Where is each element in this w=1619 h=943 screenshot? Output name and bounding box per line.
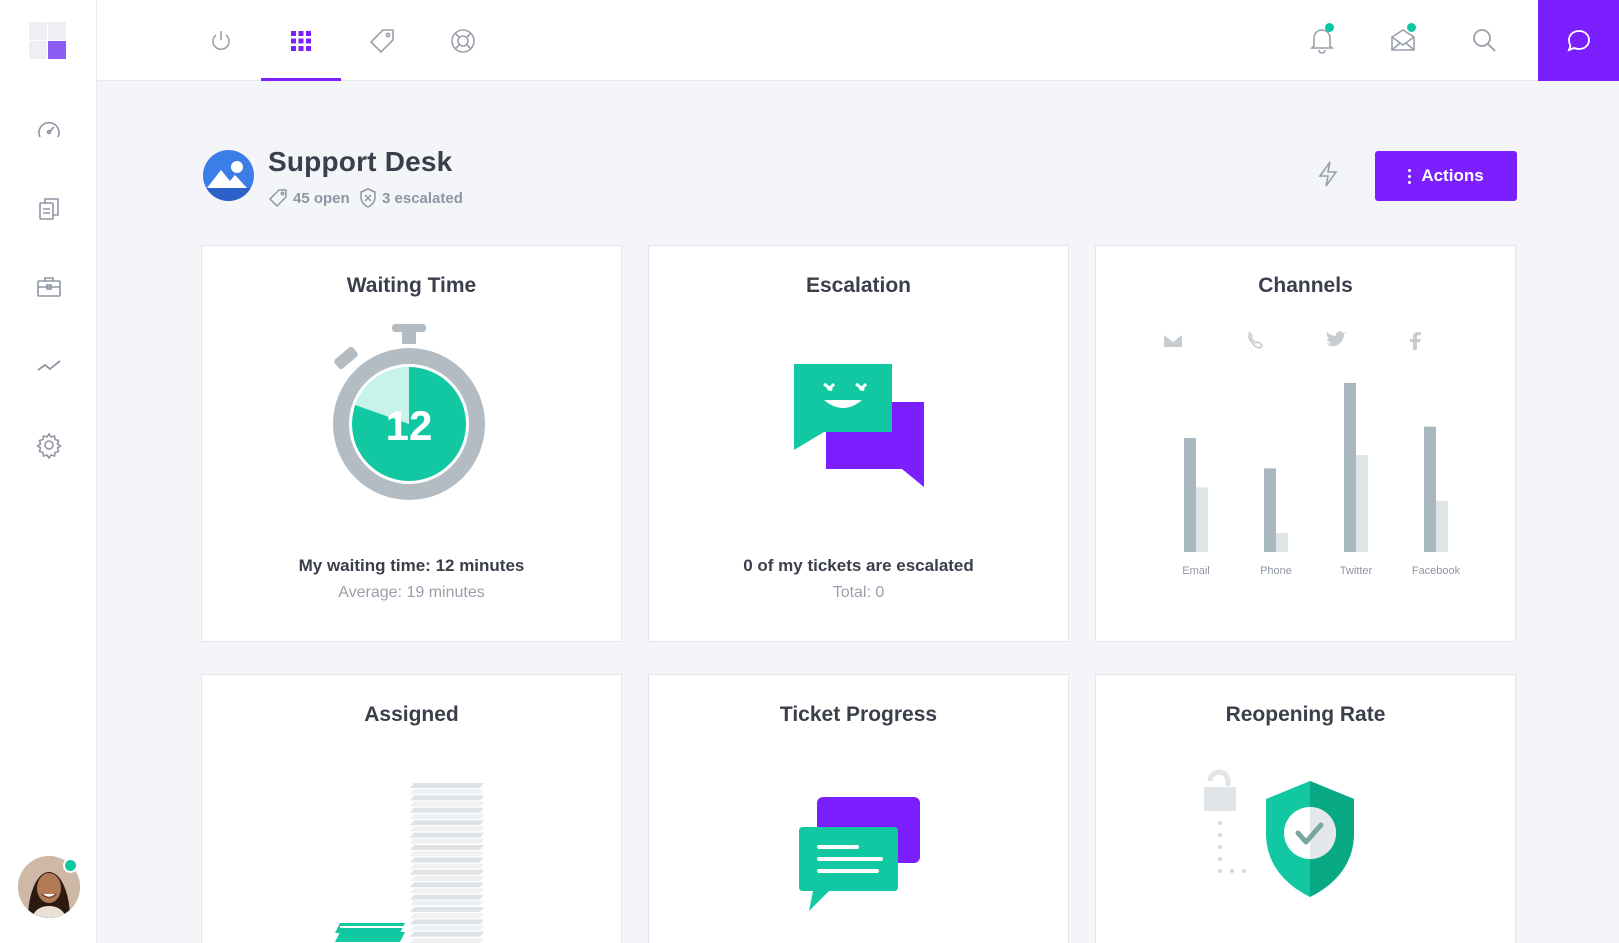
paper-sheet [410, 938, 484, 943]
category-label: Email [1182, 565, 1210, 577]
paper-sheet [410, 832, 484, 838]
bar-phone-2 [1276, 533, 1288, 552]
paper-sheet [410, 907, 484, 912]
waiting-time-text: My waiting time: 12 minutes [298, 556, 525, 575]
bolt-icon[interactable] [1316, 160, 1340, 188]
card-title: Channels [1258, 274, 1353, 297]
category-label: Twitter [1340, 565, 1373, 577]
paper-sheet [410, 900, 484, 906]
message-bubbles-icon [799, 797, 920, 911]
speedometer-icon[interactable] [33, 115, 65, 147]
page-title: Support Desk [268, 146, 453, 177]
briefcase-icon[interactable] [33, 271, 65, 303]
paper-sheet [410, 857, 484, 863]
average-time-text: Average: 19 minutes [338, 584, 485, 601]
paper-sheet [410, 913, 484, 919]
paper-sheet [410, 801, 484, 807]
paper-sheet [410, 931, 484, 937]
paper-sheet [410, 863, 484, 869]
card-title: Assigned [364, 703, 459, 726]
paper-sheet [410, 882, 484, 888]
support-desk-icon [203, 150, 254, 201]
card-title: Reopening Rate [1225, 703, 1386, 726]
escalated-total-text: Total: 0 [832, 584, 885, 601]
paper-sheet [410, 888, 484, 894]
category-label: Phone [1260, 565, 1292, 577]
sidebar [0, 0, 97, 943]
chat-bubbles-icon [794, 364, 924, 487]
chat-button[interactable] [1538, 0, 1619, 81]
tab-grid[interactable] [261, 0, 341, 81]
mail-notification-dot [1407, 23, 1416, 32]
tab-power[interactable] [181, 0, 261, 81]
app-logo[interactable] [29, 22, 68, 61]
paper-sheet [410, 826, 484, 832]
channels-card: Channels Email Phone Twitter Facebook [1095, 245, 1516, 642]
assigned-card: Assigned [201, 674, 622, 943]
paper-sheet [410, 876, 484, 881]
security-shield-icon [1204, 769, 1354, 897]
actions-button[interactable]: Actions [1375, 151, 1517, 201]
waiting-time-value: 12 [386, 402, 433, 449]
tag-icon [268, 189, 287, 208]
paper-sheet [410, 795, 484, 801]
paper-sheet [410, 820, 484, 826]
paper-sheet [410, 814, 484, 819]
bar-twitter-2 [1356, 455, 1368, 552]
stopwatch-icon: 12 [333, 324, 485, 500]
paper-sheet [410, 851, 484, 857]
power-icon [212, 30, 230, 50]
open-tickets-count[interactable]: 45 open [268, 188, 350, 208]
channels-bar-chart: Email Phone Twitter Facebook [1164, 331, 1461, 577]
topbar [97, 0, 1619, 81]
phone-icon [1248, 331, 1264, 349]
more-vertical-icon [1408, 168, 1412, 184]
search-icon[interactable] [1468, 24, 1500, 56]
category-label: Facebook [1412, 565, 1461, 577]
gear-icon[interactable] [33, 429, 65, 461]
paper-sheet [410, 789, 484, 795]
shield-x-icon [360, 188, 376, 208]
grid-icon [291, 30, 311, 51]
facebook-icon [1410, 332, 1421, 350]
escalation-card: Escalation 0 of my tickets are escalated… [648, 245, 1069, 642]
bell-notification-dot [1325, 23, 1334, 32]
lifebuoy-icon [451, 28, 475, 53]
bar-facebook-1 [1424, 426, 1436, 552]
card-title: Ticket Progress [779, 703, 938, 726]
card-title: Escalation [805, 274, 912, 297]
documents-icon[interactable] [33, 193, 65, 225]
paper-sheet [410, 869, 484, 875]
twitter-icon [1326, 331, 1346, 347]
tab-tags[interactable] [342, 0, 422, 81]
bar-facebook-2 [1436, 500, 1448, 552]
bar-twitter-1 [1344, 382, 1356, 552]
envelope-icon [1164, 335, 1182, 347]
paper-sheet [410, 807, 484, 813]
paper-sheet [410, 925, 484, 931]
tab-support[interactable] [423, 0, 503, 81]
bar-email-2 [1196, 487, 1208, 552]
escalated-tickets-count[interactable]: 3 escalated [359, 188, 463, 208]
bar-phone-1 [1264, 468, 1276, 552]
online-status-dot [63, 858, 78, 873]
tag-icon [369, 28, 394, 53]
reopening-rate-card: Reopening Rate [1095, 674, 1516, 943]
escalated-tickets-text: 0 of my tickets are escalated [743, 556, 974, 575]
paper-sheet [410, 894, 484, 900]
document-stack-icon [335, 783, 484, 943]
paper-sheet [410, 845, 484, 850]
card-title: Waiting Time [346, 274, 477, 297]
ticket-progress-card: Ticket Progress [648, 674, 1069, 943]
paper-sheet [410, 919, 484, 925]
chat-bubble-icon [1566, 29, 1590, 52]
bar-email-1 [1184, 438, 1196, 552]
trend-line-icon[interactable] [33, 349, 65, 381]
paper-sheet [410, 838, 484, 844]
waiting-time-card: Waiting Time 12 My waiting time: 12 minu… [201, 245, 622, 642]
paper-sheet [410, 783, 484, 788]
